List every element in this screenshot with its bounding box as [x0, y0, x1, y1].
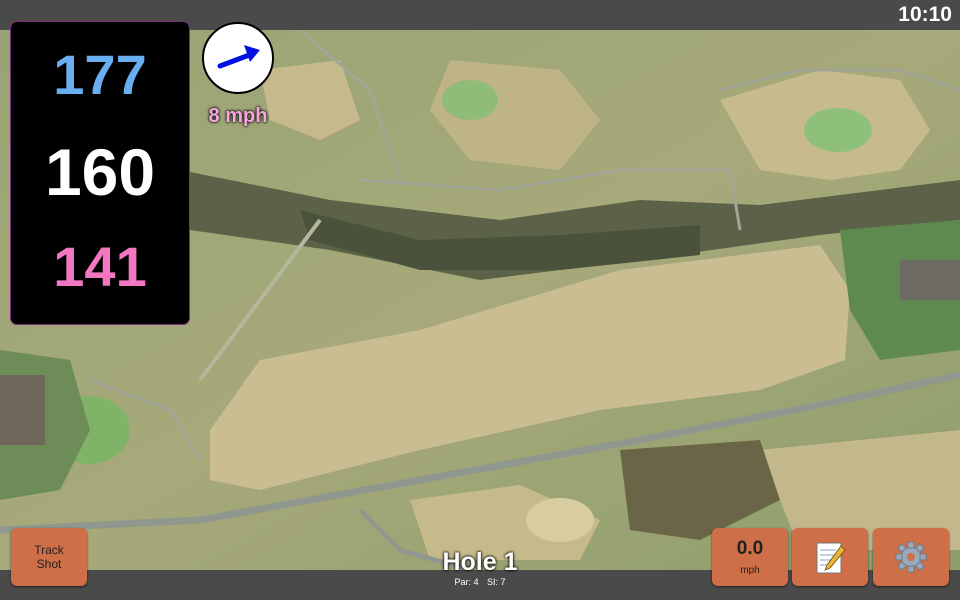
wind-speed-label: 8 mph [208, 105, 268, 127]
front-distance: 141 [53, 235, 147, 298]
hole-title: Hole 1 [442, 548, 518, 576]
hole-info: Par: 4 SI: 7 [380, 577, 580, 587]
wind-indicator [202, 22, 274, 94]
speed-unit: mph [740, 565, 760, 576]
notes-button[interactable] [792, 528, 868, 586]
notepad-icon [816, 542, 846, 574]
wind-arrow-icon [217, 45, 260, 69]
settings-button[interactable] [873, 528, 949, 586]
distance-panel: 177 160 141 [11, 22, 189, 324]
hole-par: Par: 4 [454, 577, 479, 587]
middle-distance: 160 [44, 135, 156, 209]
back-distance: 177 [53, 43, 147, 106]
hole-si: SI: 7 [487, 577, 506, 587]
track-shot-label-line2: Shot [36, 557, 62, 571]
track-shot-button[interactable]: Track Shot [11, 528, 87, 586]
gear-icon [895, 541, 927, 573]
clock: 10:10 [898, 3, 952, 26]
track-shot-label-line1: Track [34, 543, 64, 557]
speed-value: 0.0 [736, 538, 764, 559]
speed-button[interactable]: 0.0 mph [712, 528, 788, 586]
